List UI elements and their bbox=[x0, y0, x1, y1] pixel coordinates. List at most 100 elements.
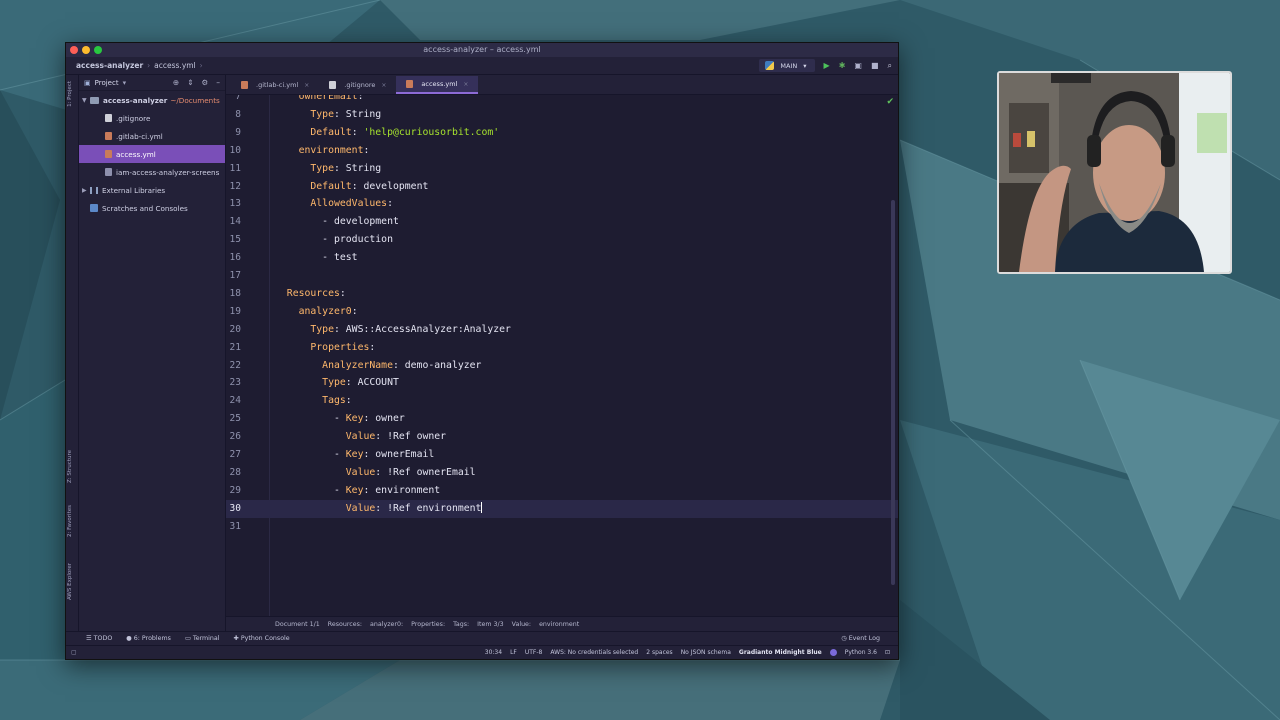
zoom-window-button[interactable] bbox=[94, 46, 102, 54]
side-tab-structure[interactable]: Z: Structure bbox=[67, 450, 73, 483]
close-icon[interactable]: × bbox=[381, 82, 386, 89]
inspection-ok-icon[interactable]: ✔ bbox=[886, 97, 894, 107]
run-config-select[interactable]: MAIN ▾ bbox=[759, 59, 815, 72]
code-line[interactable]: 13 AllowedValues: bbox=[226, 195, 898, 213]
chevron-down-icon[interactable]: ▾ bbox=[123, 79, 127, 87]
tree-item-gitignore[interactable]: .gitignore bbox=[79, 109, 225, 127]
code-line[interactable]: 28 Value: !Ref ownerEmail bbox=[226, 464, 898, 482]
line-number: 15 bbox=[229, 234, 241, 246]
code-line[interactable]: 21 Properties: bbox=[226, 339, 898, 357]
tree-item-screens[interactable]: iam-access-analyzer-screens bbox=[79, 163, 225, 181]
coverage-icon[interactable]: ▣ bbox=[854, 61, 862, 70]
tab-gitlab-ci[interactable]: .gitlab-ci.yml × bbox=[231, 76, 319, 94]
tree-item-root[interactable]: ▼ access-analyzer ~/Documents bbox=[79, 91, 225, 109]
code-text: Resources: bbox=[275, 287, 346, 299]
tool-terminal[interactable]: ▭ Terminal bbox=[185, 635, 220, 642]
code-line[interactable]: 27 - Key: ownerEmail bbox=[226, 446, 898, 464]
close-icon[interactable]: × bbox=[463, 81, 468, 88]
tool-todo[interactable]: ☰ TODO bbox=[86, 635, 112, 642]
breadcrumb-item[interactable]: Value: bbox=[512, 621, 531, 628]
status-position[interactable]: 30:34 bbox=[485, 649, 502, 656]
chevron-right-icon: › bbox=[147, 61, 151, 70]
gear-icon[interactable]: ⚙ bbox=[202, 78, 209, 87]
side-tab-favorites[interactable]: 2: Favorites bbox=[67, 505, 73, 537]
project-panel-title[interactable]: Project bbox=[95, 79, 119, 87]
tree-item-gitlab-ci[interactable]: .gitlab-ci.yml bbox=[79, 127, 225, 145]
search-icon[interactable]: ⌕ bbox=[888, 61, 892, 70]
breadcrumb-item[interactable]: Item 3/3 bbox=[477, 621, 503, 628]
status-interpreter[interactable]: Python 3.6 bbox=[845, 649, 877, 656]
code-line[interactable]: 26 Value: !Ref owner bbox=[226, 428, 898, 446]
code-line[interactable]: 16 - test bbox=[226, 249, 898, 267]
code-line[interactable]: 31 bbox=[226, 518, 898, 536]
breadcrumb-item[interactable]: Properties: bbox=[411, 621, 445, 628]
root-folder-name: access-analyzer bbox=[103, 95, 168, 105]
tree-item-label: Scratches and Consoles bbox=[102, 203, 188, 213]
code-line[interactable]: 15 - production bbox=[226, 231, 898, 249]
status-theme[interactable]: Gradianto Midnight Blue bbox=[739, 649, 822, 656]
code-line[interactable]: 20 Type: AWS::AccessAnalyzer:Analyzer bbox=[226, 321, 898, 339]
tree-item-access-yml[interactable]: access.yml bbox=[79, 145, 225, 163]
breadcrumb-item[interactable]: Resources: bbox=[328, 621, 362, 628]
line-number: 23 bbox=[229, 377, 241, 389]
breadcrumb-item[interactable]: analyzer0: bbox=[370, 621, 403, 628]
status-indent[interactable]: 2 spaces bbox=[646, 649, 672, 656]
collapse-all-icon[interactable]: ⇕ bbox=[187, 78, 193, 87]
minimize-window-button[interactable] bbox=[82, 46, 90, 54]
tab-gitignore[interactable]: .gitignore × bbox=[319, 76, 396, 94]
tree-item-external-libraries[interactable]: ▶ External Libraries bbox=[79, 181, 225, 199]
code-line[interactable]: 10 environment: bbox=[226, 142, 898, 160]
status-json-schema[interactable]: No JSON schema bbox=[681, 649, 731, 656]
code-text: Value: !Ref ownerEmail bbox=[275, 466, 476, 478]
locate-icon[interactable]: ⊕ bbox=[173, 78, 179, 87]
code-line[interactable]: 19 analyzer0: bbox=[226, 303, 898, 321]
code-line[interactable]: 7 ownerEmail: bbox=[226, 95, 898, 106]
tool-problems[interactable]: ● 6: Problems bbox=[126, 635, 171, 642]
breadcrumb-item[interactable]: environment bbox=[539, 621, 579, 628]
status-line-separator[interactable]: LF bbox=[510, 649, 517, 656]
code-editor[interactable]: 7 ownerEmail: 8 Type: String 9 Default: 'h… bbox=[226, 95, 898, 616]
code-line[interactable]: 8 Type: String bbox=[226, 106, 898, 124]
tab-access-yml[interactable]: access.yml × bbox=[396, 76, 479, 94]
code-text: Default: 'help@curiousorbit.com' bbox=[275, 126, 500, 138]
nav-crumb-file[interactable]: access.yml bbox=[154, 61, 195, 70]
code-line[interactable]: 17 bbox=[226, 267, 898, 285]
code-text: - test bbox=[275, 252, 358, 264]
run-icon[interactable]: ▶ bbox=[824, 61, 830, 70]
breadcrumb-item[interactable]: Tags: bbox=[453, 621, 469, 628]
code-line[interactable]: 12 Default: development bbox=[226, 178, 898, 196]
code-line[interactable]: 30 Value: !Ref environment bbox=[226, 499, 898, 518]
status-aws-credentials[interactable]: AWS: No credentials selected bbox=[550, 649, 638, 656]
breadcrumb-item[interactable]: Document 1/1 bbox=[275, 621, 320, 628]
close-icon[interactable]: × bbox=[304, 82, 309, 89]
code-line[interactable]: 25 - Key: owner bbox=[226, 410, 898, 428]
line-number: 20 bbox=[229, 323, 241, 335]
hide-icon[interactable]: – bbox=[216, 78, 220, 87]
line-number: 17 bbox=[229, 270, 241, 281]
tool-event-log[interactable]: ◷ Event Log bbox=[841, 635, 898, 642]
code-line[interactable]: 23 Type: ACCOUNT bbox=[226, 374, 898, 392]
code-line[interactable]: 22 AnalyzerName: demo-analyzer bbox=[226, 357, 898, 375]
library-icon bbox=[90, 186, 98, 194]
stop-icon[interactable]: ■ bbox=[871, 61, 879, 70]
status-encoding[interactable]: UTF-8 bbox=[525, 649, 543, 656]
code-line[interactable]: 11 Type: String bbox=[226, 160, 898, 178]
lock-icon[interactable]: ⊡ bbox=[885, 649, 890, 656]
code-line[interactable]: 18 Resources: bbox=[226, 285, 898, 303]
tool-python-console[interactable]: ✚ Python Console bbox=[234, 635, 290, 642]
editor-scrollbar[interactable] bbox=[891, 200, 895, 585]
tree-item-scratches[interactable]: Scratches and Consoles bbox=[79, 199, 225, 217]
code-line[interactable]: 24 Tags: bbox=[226, 392, 898, 410]
close-window-button[interactable] bbox=[70, 46, 78, 54]
nav-crumb-project[interactable]: access-analyzer bbox=[76, 61, 143, 70]
layout-icon[interactable]: ▢ bbox=[71, 649, 77, 656]
debug-icon[interactable]: ✱ bbox=[839, 61, 846, 70]
code-text: environment: bbox=[275, 144, 370, 156]
code-line[interactable]: 9 Default: 'help@curiousorbit.com' bbox=[226, 124, 898, 142]
side-tab-project[interactable]: 1: Project bbox=[67, 81, 73, 107]
side-tab-aws-explorer[interactable]: AWS Explorer bbox=[67, 563, 73, 600]
code-line[interactable]: 29 - Key: environment bbox=[226, 482, 898, 500]
line-number: 18 bbox=[229, 287, 241, 299]
code-area[interactable]: 7 ownerEmail: 8 Type: String 9 Default: 'h… bbox=[226, 95, 898, 616]
code-line[interactable]: 14 - development bbox=[226, 213, 898, 231]
